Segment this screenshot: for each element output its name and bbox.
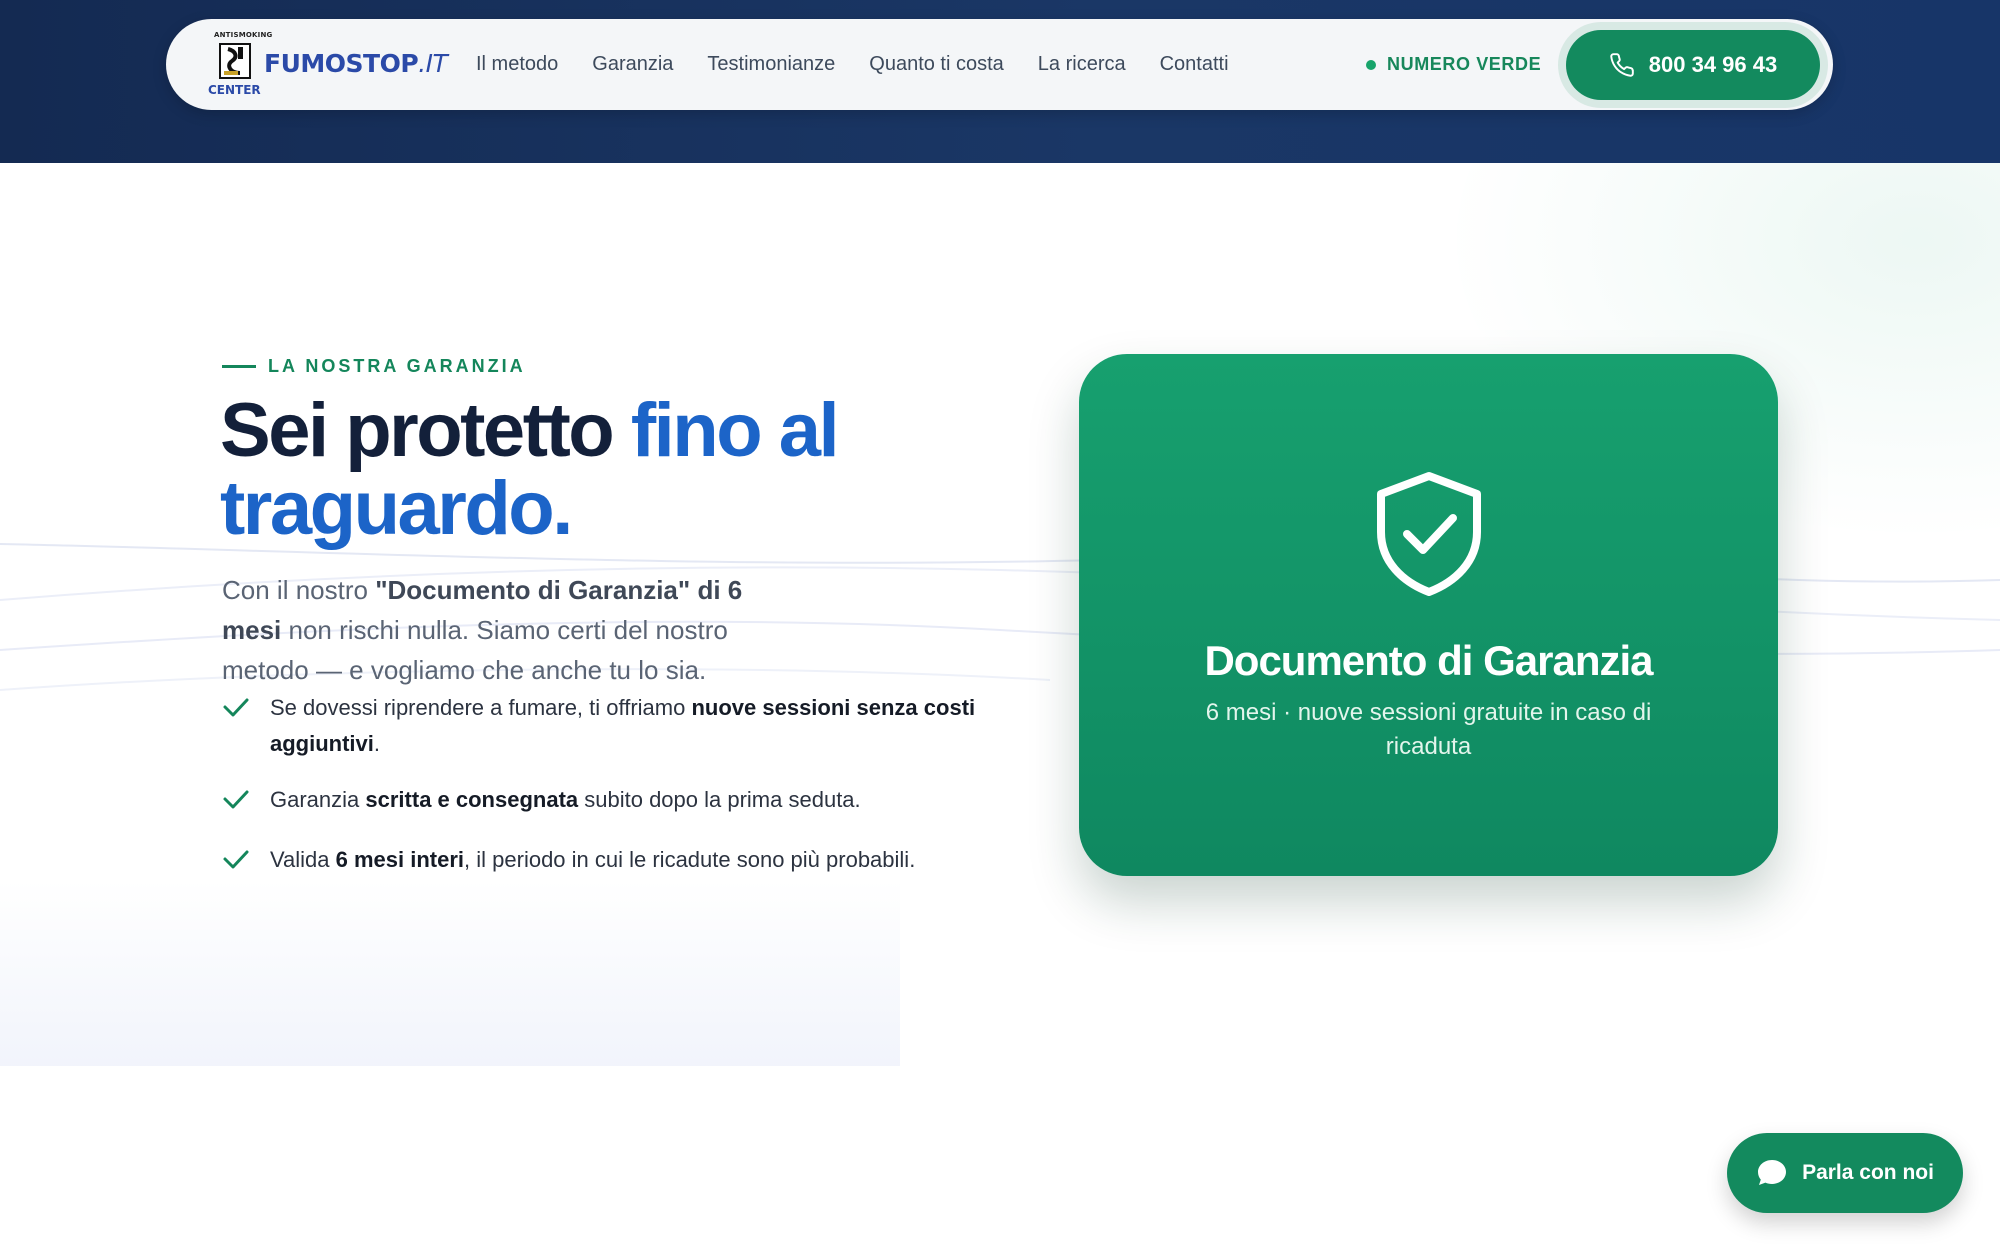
logo-brand-name: FUMOSTOP.IT	[264, 49, 448, 78]
checklist-text: Se dovessi riprendere a fumare, ti offri…	[270, 695, 976, 756]
background-fade	[0, 880, 900, 1066]
check-icon	[222, 842, 270, 882]
card-subtitle: 6 mesi · nuove sessioni gratuite in caso…	[1205, 699, 1652, 760]
chat-button-label: Parla con noi	[1802, 1161, 1934, 1184]
nav-link-contatti[interactable]: Contatti	[1160, 53, 1229, 76]
title-part-dark: Sei protetto	[220, 388, 631, 473]
nav-link-testimonianze[interactable]: Testimonianze	[707, 53, 835, 76]
guarantee-checklist: Se dovessi riprendere a fumare, ti offri…	[222, 690, 1002, 902]
guarantee-card: Documento di Garanzia 6 mesi · nuove ses…	[1079, 354, 1778, 876]
checklist-text: Garanzia scritta e consegnata subito dop…	[270, 787, 861, 812]
card-title: Documento di Garanzia	[1204, 637, 1653, 684]
nav-link-quanto-ti-costa[interactable]: Quanto ti costa	[869, 53, 1004, 76]
logo-subtitle: CENTER	[208, 83, 261, 97]
site-logo[interactable]: ANTISMOKING FUMOSTOP.IT CENTER	[188, 29, 448, 101]
chat-bubble-icon	[1758, 1160, 1787, 1185]
shield-check-icon	[1377, 472, 1481, 596]
nav-links: Il metodo Garanzia Testimonianze Quanto …	[476, 19, 1263, 110]
logo-tagline: ANTISMOKING	[214, 31, 273, 39]
nav-link-il-metodo[interactable]: Il metodo	[476, 53, 558, 76]
section-eyebrow: LA NOSTRA GARANZIA	[222, 356, 526, 377]
nav-link-garanzia[interactable]: Garanzia	[592, 53, 673, 76]
nav-link-la-ricerca[interactable]: La ricerca	[1038, 53, 1126, 76]
checklist-item: Valida 6 mesi interi, il periodo in cui …	[222, 842, 1002, 882]
checklist-text: Valida 6 mesi interi, il periodo in cui …	[270, 847, 916, 872]
numero-verde-label: NUMERO VERDE	[1387, 54, 1542, 74]
intro-paragraph: Con il nostro "Documento di Garanzia" di…	[222, 575, 743, 685]
eyebrow-text: LA NOSTRA GARANZIA	[268, 356, 526, 376]
phone-number: 800 34 96 43	[1648, 52, 1778, 77]
check-icon	[222, 690, 270, 730]
logo-mark-icon	[219, 43, 251, 79]
checklist-item: Garanzia scritta e consegnata subito dop…	[222, 782, 1002, 822]
numero-verde: NUMERO VERDE	[1366, 19, 1541, 110]
page-title: Sei protetto fino al traguardo.	[220, 392, 920, 548]
navbar: ANTISMOKING FUMOSTOP.IT CENTER Il metodo…	[166, 19, 1833, 110]
eyebrow-bar	[222, 365, 256, 368]
chat-button[interactable]: Parla con noi	[1727, 1133, 1963, 1213]
phone-icon	[1610, 53, 1634, 77]
status-dot-icon	[1366, 59, 1376, 70]
call-phone-button[interactable]: 800 34 96 43	[1566, 30, 1820, 100]
check-icon	[222, 782, 270, 822]
checklist-item: Se dovessi riprendere a fumare, ti offri…	[222, 690, 1002, 762]
